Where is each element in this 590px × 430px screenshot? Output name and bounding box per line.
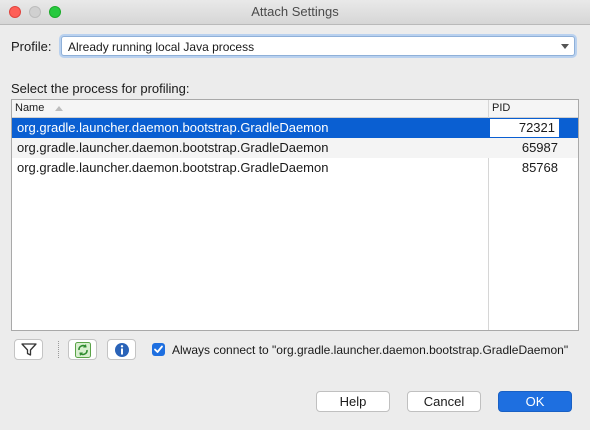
process-table: Name PID org.gradle.launcher.daemon.boot… <box>11 99 579 331</box>
always-connect-checkbox[interactable] <box>152 343 165 356</box>
window-title: Attach Settings <box>251 4 339 19</box>
refresh-button[interactable] <box>68 339 97 360</box>
refresh-icon <box>75 342 91 358</box>
table-row[interactable]: org.gradle.launcher.daemon.bootstrap.Gra… <box>12 158 578 178</box>
process-name: org.gradle.launcher.daemon.bootstrap.Gra… <box>17 140 329 155</box>
ok-button[interactable]: OK <box>498 391 572 412</box>
info-button[interactable] <box>107 339 136 360</box>
table-row[interactable]: org.gradle.launcher.daemon.bootstrap.Gra… <box>12 138 578 158</box>
toolbar-separator <box>58 341 60 358</box>
filter-button[interactable] <box>14 339 43 360</box>
checkmark-icon <box>154 345 163 353</box>
profile-label: Profile: <box>11 39 52 54</box>
always-connect-label[interactable]: Always connect to "org.gradle.launcher.d… <box>172 343 568 357</box>
pid-cell: 72321 <box>489 118 560 138</box>
cancel-button[interactable]: Cancel <box>407 391 481 412</box>
process-pid: 65987 <box>521 140 558 155</box>
process-name: org.gradle.launcher.daemon.bootstrap.Gra… <box>17 160 329 175</box>
filter-icon <box>21 343 37 356</box>
sort-ascending-icon <box>55 106 63 111</box>
column-header-pid[interactable]: PID <box>492 102 510 114</box>
info-icon <box>115 343 129 357</box>
profile-select-value: Already running local Java process <box>68 40 255 54</box>
process-pid: 72321 <box>518 120 555 135</box>
title-bar: Attach Settings <box>0 0 590 25</box>
chevron-down-icon <box>561 44 569 49</box>
process-section-label: Select the process for profiling: <box>11 81 190 96</box>
table-header: Name PID <box>12 100 578 118</box>
profile-select[interactable]: Already running local Java process <box>61 36 575 56</box>
process-name: org.gradle.launcher.daemon.bootstrap.Gra… <box>17 120 329 135</box>
process-pid: 85768 <box>521 160 558 175</box>
table-row[interactable]: org.gradle.launcher.daemon.bootstrap.Gra… <box>12 118 578 138</box>
help-button[interactable]: Help <box>316 391 390 412</box>
column-header-name[interactable]: Name <box>15 102 44 114</box>
